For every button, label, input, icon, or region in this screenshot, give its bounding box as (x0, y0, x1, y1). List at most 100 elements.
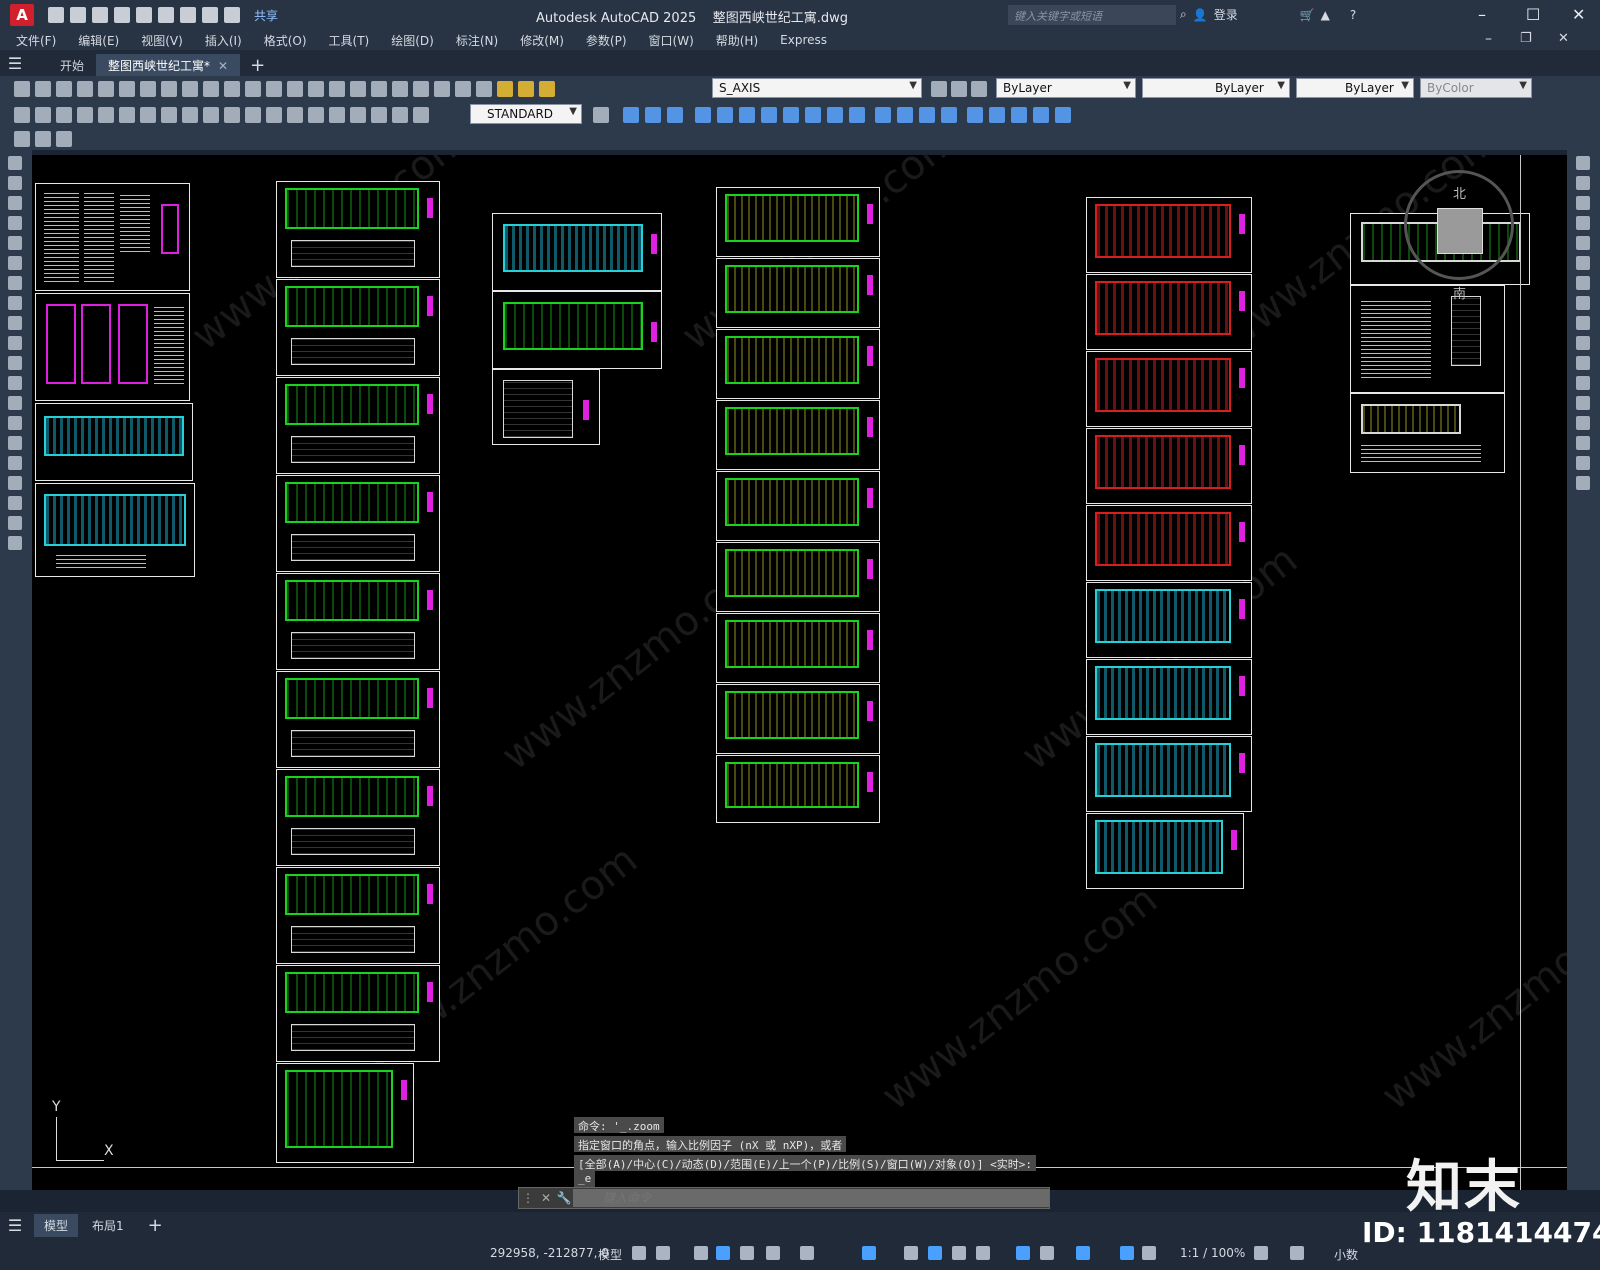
menu-tools[interactable]: 工具(T) (329, 32, 370, 49)
dim-edit-icon[interactable] (371, 107, 387, 123)
drawing-canvas[interactable]: www.znzmo.com www.znzmo.com www.znzmo.co… (32, 155, 1567, 1190)
properties-icon[interactable] (350, 81, 366, 97)
customize-icon[interactable]: 🔧 (555, 1191, 573, 1205)
zoom-realtime-icon[interactable] (287, 81, 303, 97)
grip-icon[interactable]: ⋮ (519, 1191, 537, 1205)
viewcube-icon[interactable] (827, 107, 843, 123)
dim-update-icon[interactable] (413, 107, 429, 123)
diameter-icon[interactable] (140, 107, 156, 123)
drawing-sheet[interactable] (276, 965, 440, 1062)
transparency-icon[interactable] (928, 1246, 942, 1260)
attribute-icon[interactable] (56, 131, 72, 147)
drawing-sheet[interactable] (276, 671, 440, 768)
doc-restore-button[interactable]: ❐ (1520, 31, 1532, 46)
help-search-input[interactable]: 键入关键字或短语 (1008, 5, 1176, 25)
chamfer-icon[interactable] (1576, 416, 1590, 430)
drawing-sheet[interactable] (716, 187, 880, 257)
extend-icon[interactable] (1576, 356, 1590, 370)
ordinate-icon[interactable] (77, 107, 93, 123)
close-icon[interactable]: ✕ (537, 1191, 555, 1205)
rotate-icon[interactable] (1576, 276, 1590, 290)
copy-icon[interactable] (1576, 176, 1590, 190)
menu-file[interactable]: 文件(F) (16, 32, 56, 49)
point-icon[interactable] (8, 416, 22, 430)
circle-icon[interactable] (8, 276, 22, 290)
jogged-linear-icon[interactable] (350, 107, 366, 123)
annotation-visibility-icon[interactable] (1120, 1246, 1134, 1260)
move-icon[interactable] (1576, 256, 1590, 270)
drawing-sheet[interactable] (276, 1063, 414, 1163)
menu-dimension[interactable]: 标注(N) (456, 32, 498, 49)
drawing-sheet[interactable] (716, 684, 880, 754)
insert-icon[interactable] (35, 131, 51, 147)
linear-dim-icon[interactable] (14, 107, 30, 123)
dim-text-edit-icon[interactable] (392, 107, 408, 123)
layer-previous-icon[interactable] (951, 81, 967, 97)
save-as-icon[interactable] (114, 7, 130, 23)
lineweight-icon[interactable] (904, 1246, 918, 1260)
menu-view[interactable]: 视图(V) (141, 32, 183, 49)
drawing-sheet[interactable] (276, 377, 440, 474)
plot-icon[interactable] (180, 7, 196, 23)
drawing-sheet[interactable] (716, 613, 880, 683)
matchprop-icon[interactable] (203, 81, 219, 97)
help-icon[interactable] (455, 81, 471, 97)
lock-icon[interactable] (539, 81, 555, 97)
redo-icon[interactable] (224, 7, 240, 23)
user-icon[interactable]: 👤 (1193, 8, 1208, 22)
view-icon[interactable] (667, 107, 683, 123)
drawing-sheet[interactable] (1350, 285, 1505, 393)
insert-block-icon[interactable] (8, 376, 22, 390)
trim-icon[interactable] (1576, 336, 1590, 350)
dynamic-input-icon[interactable] (716, 1246, 730, 1260)
erase-icon[interactable] (1576, 156, 1590, 170)
break-icon[interactable] (1576, 376, 1590, 390)
layer-dropdown[interactable]: S_AXIS ▼ (712, 78, 922, 98)
drawing-sheet[interactable] (716, 542, 880, 612)
preview-icon[interactable] (98, 81, 114, 97)
drawing-sheet[interactable] (35, 403, 193, 481)
gizmo-icon[interactable] (1076, 1246, 1090, 1260)
open-icon[interactable] (35, 81, 51, 97)
explode-icon[interactable] (1576, 476, 1590, 490)
menu-draw[interactable]: 绘图(D) (391, 32, 434, 49)
viewcube-icon[interactable] (783, 107, 799, 123)
layer-state-icon[interactable] (971, 81, 987, 97)
bulb-icon[interactable] (497, 81, 513, 97)
infer-icon[interactable] (694, 1246, 708, 1260)
units-selector[interactable]: 小数 (1334, 1246, 1358, 1263)
sun-icon[interactable] (518, 81, 534, 97)
menu-express[interactable]: Express (780, 33, 827, 47)
view-icon[interactable] (623, 107, 639, 123)
doc-close-button[interactable]: ✕ (1558, 31, 1569, 46)
drawing-sheet[interactable] (1086, 428, 1252, 504)
orbit-icon[interactable] (695, 107, 711, 123)
drawing-sheet[interactable] (716, 400, 880, 470)
login-button[interactable]: 登录 (1214, 6, 1238, 23)
object-snap-tracking-icon[interactable] (862, 1246, 876, 1260)
auto-scale-icon[interactable] (1142, 1246, 1156, 1260)
construction-line-icon[interactable] (8, 176, 22, 190)
menu-insert[interactable]: 插入(I) (205, 32, 242, 49)
spline-icon[interactable] (8, 316, 22, 330)
mtext-icon[interactable] (8, 516, 22, 530)
make-block-icon[interactable] (8, 396, 22, 410)
offset-icon[interactable] (1576, 216, 1590, 230)
grid-icon[interactable] (632, 1246, 646, 1260)
model-space-button[interactable]: 模型 (598, 1246, 622, 1263)
drawing-sheet[interactable] (276, 279, 440, 376)
dimstyle-dropdown[interactable]: STANDARD ▼ (470, 104, 582, 124)
command-input[interactable] (573, 1189, 1049, 1207)
jogged-icon[interactable] (119, 107, 135, 123)
color-dropdown[interactable]: ByLayer ▼ (996, 78, 1136, 98)
selection-filter-icon[interactable] (1040, 1246, 1054, 1260)
add-layout-button[interactable]: + (138, 1212, 173, 1239)
annotation-scale[interactable]: 1:1 / 100% (1180, 1246, 1245, 1260)
ucs-icon[interactable] (1011, 107, 1027, 123)
drawing-sheet[interactable] (1350, 393, 1505, 473)
quick-dim-icon[interactable] (182, 107, 198, 123)
visual-style-icon[interactable] (875, 107, 891, 123)
make-current-icon[interactable] (931, 81, 947, 97)
view-icon[interactable] (645, 107, 661, 123)
minimize-button[interactable]: – (1478, 5, 1486, 24)
